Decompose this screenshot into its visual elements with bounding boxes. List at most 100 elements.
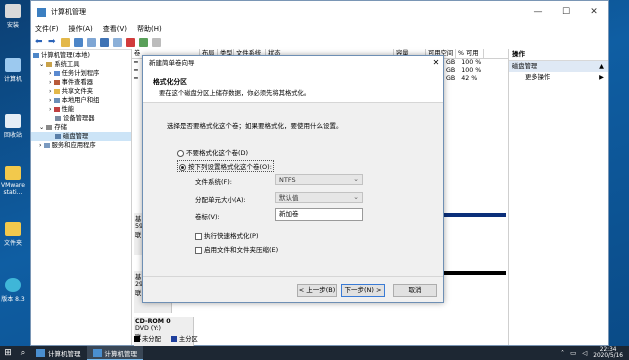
- chevron-down-icon[interactable]: ⌄: [39, 61, 44, 68]
- tree-item-storage[interactable]: ⌄ 存储: [31, 123, 131, 132]
- more-actions-item[interactable]: 更多操作 ▶: [509, 72, 608, 83]
- dialog-divider: [143, 276, 443, 277]
- device-manager-icon: [55, 115, 61, 121]
- dialog-title: 新建简单卷向导: [149, 59, 195, 67]
- disk-view-icon[interactable]: [113, 37, 122, 47]
- maximize-button[interactable]: ☐: [552, 7, 580, 17]
- filesystem-label: 文件系统(F):: [195, 178, 233, 186]
- radio-do-not-format[interactable]: 不要格式化这个卷(D): [177, 147, 248, 157]
- dialog-titlebar[interactable]: 新建简单卷向导 ✕: [143, 56, 443, 70]
- dialog-close-button[interactable]: ✕: [429, 56, 443, 70]
- next-button[interactable]: 下一步(N) >: [341, 284, 385, 297]
- chevron-right-icon[interactable]: ›: [49, 70, 52, 77]
- taskbar-app-computer-management-active[interactable]: 计算机管理: [86, 346, 143, 360]
- chevron-down-icon[interactable]: ⌄: [39, 124, 44, 131]
- desktop-icon-label: 回收站: [3, 132, 22, 139]
- show-tree-icon[interactable]: [74, 37, 83, 47]
- tree-item-local-users[interactable]: › 本地用户和组: [31, 96, 131, 105]
- chevron-right-icon[interactable]: ›: [39, 142, 42, 149]
- radio-selected-icon[interactable]: [179, 163, 186, 171]
- desktop-icon-label: 文件夹: [3, 240, 22, 247]
- allocation-unit-select[interactable]: 默认值: [275, 192, 363, 203]
- network-icon[interactable]: ▭: [570, 349, 576, 357]
- close-button[interactable]: ✕: [580, 7, 608, 17]
- menu-file[interactable]: 文件(F): [35, 24, 59, 34]
- tree-item-device-manager[interactable]: 设备管理器: [31, 114, 131, 123]
- legend-unallocated: 未分配: [134, 334, 161, 343]
- collapse-arrow-icon[interactable]: ▲: [599, 61, 604, 72]
- quick-format-checkbox[interactable]: 执行快速格式化(P): [195, 230, 259, 240]
- radio-icon[interactable]: [177, 149, 184, 157]
- expand-arrow-icon: ▶: [599, 74, 604, 81]
- navigation-tree: 计算机管理(本地) ⌄ 系统工具 › 任务计划程序 › 事件查看器 › 共享文件…: [31, 49, 132, 345]
- properties-icon[interactable]: [87, 37, 96, 47]
- volume-icon[interactable]: ◁: [582, 349, 587, 357]
- tree-item-system-tools[interactable]: ⌄ 系统工具: [31, 60, 131, 69]
- menu-action[interactable]: 操作(A): [69, 24, 93, 34]
- volume-label-input[interactable]: 新加卷: [275, 208, 363, 221]
- chevron-right-icon[interactable]: ›: [49, 97, 52, 104]
- tree-item-services[interactable]: › 服务和应用程序: [31, 141, 131, 150]
- desktop-icon-install[interactable]: 安装: [0, 4, 26, 29]
- unallocated-bar[interactable]: [444, 271, 506, 275]
- cancel-button[interactable]: 取消: [393, 284, 437, 297]
- minimize-button[interactable]: —: [524, 7, 552, 17]
- desktop-icon-computer[interactable]: 计算机: [0, 58, 26, 83]
- folder-icon: [5, 222, 21, 236]
- computer-management-icon: [36, 349, 45, 357]
- settings-icon[interactable]: [152, 37, 161, 47]
- tree-item-event-viewer[interactable]: › 事件查看器: [31, 78, 131, 87]
- tree-item-performance[interactable]: › 性能: [31, 105, 131, 114]
- filesystem-select[interactable]: NTFS: [275, 174, 363, 185]
- disk-management-icon: [55, 133, 61, 139]
- format-prompt: 选择是否要格式化这个卷；如果要格式化，要使用什么设置。: [167, 122, 343, 130]
- desktop-icon-label: 计算机: [3, 76, 22, 83]
- menu-view[interactable]: 查看(V): [103, 24, 127, 34]
- chevron-up-icon[interactable]: ˄: [561, 349, 564, 357]
- desktop-icon-folder[interactable]: 文件夹: [0, 222, 26, 247]
- col-percent-free[interactable]: % 可用: [456, 49, 484, 58]
- folder-icon: [5, 166, 21, 180]
- checkbox-icon[interactable]: [195, 246, 202, 254]
- search-icon[interactable]: ⌕: [16, 348, 30, 358]
- radio-format-with-settings[interactable]: 按下列设置格式化这个卷(O):: [177, 160, 274, 172]
- chevron-right-icon[interactable]: ›: [49, 88, 52, 95]
- tree-item-shared-folders[interactable]: › 共享文件夹: [31, 87, 131, 96]
- check-icon[interactable]: [139, 37, 148, 47]
- desktop-icon-label: 版本 8.3: [1, 296, 25, 303]
- desktop-icon-recycle[interactable]: 回收站: [0, 114, 26, 139]
- menu-help[interactable]: 帮助(H): [137, 24, 162, 34]
- installer-icon: [5, 4, 21, 18]
- taskbar-app-computer-management[interactable]: 计算机管理: [30, 346, 87, 360]
- computer-management-icon: [92, 348, 102, 357]
- clock[interactable]: 22:34 2020/5/16: [593, 347, 623, 359]
- new-simple-volume-wizard: 新建简单卷向导 ✕ 格式化分区 要在这个磁盘分区上储存数据，你必须先将其格式化。…: [142, 55, 444, 303]
- tree-item-disk-management[interactable]: 磁盘管理: [31, 132, 131, 141]
- compression-checkbox[interactable]: 启用文件和文件夹压缩(E): [195, 244, 278, 254]
- start-button[interactable]: ⊞: [0, 348, 16, 358]
- delete-icon[interactable]: [126, 37, 135, 47]
- checkbox-icon[interactable]: [195, 232, 202, 240]
- actions-header: 操作: [509, 49, 608, 61]
- back-arrow-icon[interactable]: ⬅: [35, 37, 44, 47]
- actions-section-disk-management[interactable]: 磁盘管理 ▲: [509, 61, 608, 72]
- chevron-right-icon[interactable]: ›: [49, 79, 52, 86]
- performance-icon: [53, 106, 60, 112]
- dialog-heading: 格式化分区: [153, 78, 187, 86]
- legend: 未分配 主分区: [134, 334, 198, 343]
- desktop-icon-vmware[interactable]: VMware stati...: [0, 166, 26, 196]
- shared-folder-icon: [53, 88, 60, 94]
- tree-item-task-scheduler[interactable]: › 任务计划程序: [31, 69, 131, 78]
- scheduler-icon: [53, 70, 60, 76]
- folder-up-icon[interactable]: [61, 37, 70, 47]
- desktop-icon-app[interactable]: 版本 8.3: [0, 278, 26, 303]
- dialog-header: 格式化分区 要在这个磁盘分区上储存数据，你必须先将其格式化。: [143, 70, 443, 103]
- forward-arrow-icon[interactable]: ➡: [48, 37, 57, 47]
- chevron-right-icon[interactable]: ›: [49, 106, 52, 113]
- help-icon[interactable]: [100, 37, 109, 47]
- tree-item-root[interactable]: 计算机管理(本地): [31, 51, 131, 60]
- window-titlebar[interactable]: 计算机管理 — ☐ ✕: [31, 1, 608, 23]
- computer-icon: [33, 52, 39, 58]
- back-button[interactable]: < 上一步(B): [297, 284, 337, 297]
- volume-label-label: 卷标(V):: [195, 213, 220, 221]
